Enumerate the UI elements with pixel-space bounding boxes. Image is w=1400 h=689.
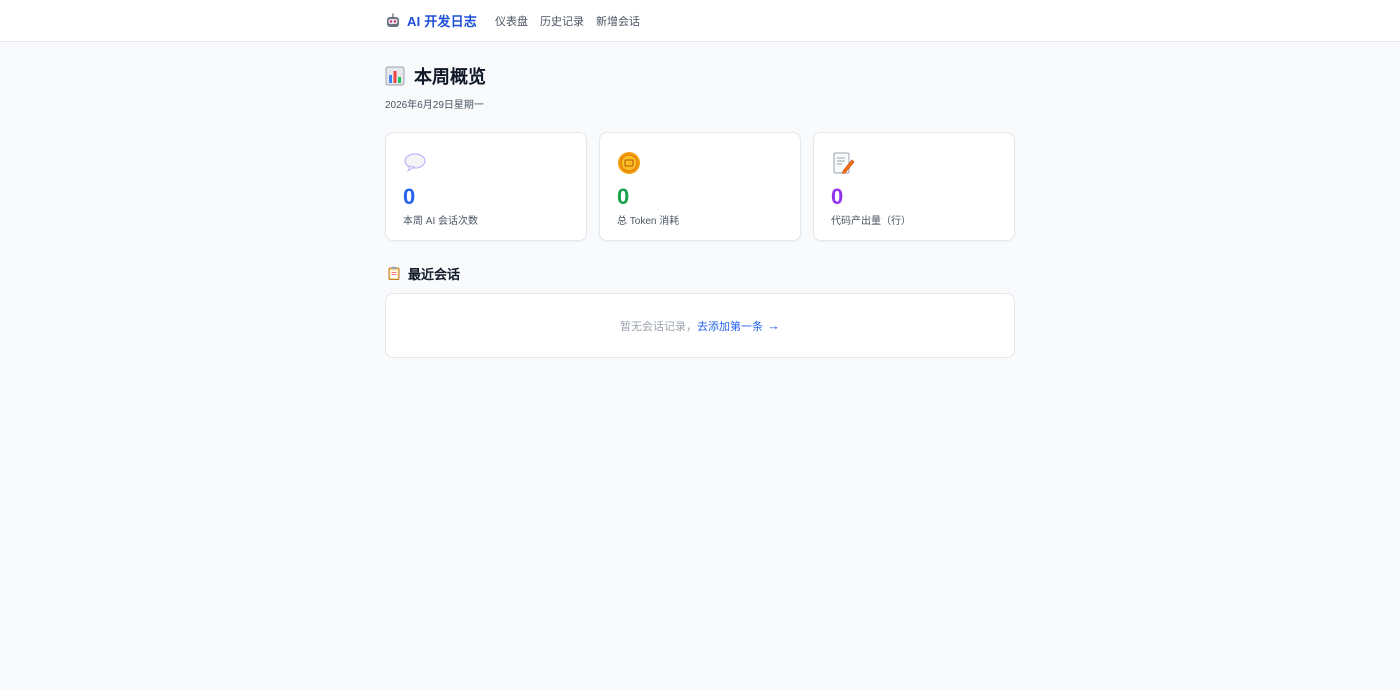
coin-icon (618, 152, 640, 174)
robot-icon (387, 12, 399, 27)
recent-sessions-title: 最近会话 (408, 266, 461, 282)
stat-label: 总 Token 消耗 (617, 216, 680, 227)
stat-value: 0 (403, 184, 416, 209)
top-navbar: AI 开发日志 仪表盘 历史记录 新增会话 (0, 0, 1400, 42)
nav-inner: AI 开发日志 仪表盘 历史记录 新增会话 (385, 0, 652, 41)
arrow-right-icon[interactable]: → (767, 318, 780, 333)
add-first-session-link[interactable]: 去添加第一条 (697, 318, 763, 334)
page-title-row: 本周概览 (385, 62, 1015, 90)
recent-sessions-empty-state: 暂无会话记录， 去添加第一条 → (385, 293, 1015, 358)
recent-sessions-header: 最近会话 (385, 264, 1015, 282)
main-content: 本周概览 2026年6月29日星期一 0 本周 AI 会话次数 0 总 Toke… (385, 62, 1015, 358)
stat-value: 0 (617, 184, 630, 209)
stat-card-code-lines: 0 代码产出量（行） (813, 132, 1015, 241)
brand-title: AI 开发日志 (407, 14, 478, 29)
nav-link-history[interactable]: 历史记录 (540, 13, 584, 29)
stat-value: 0 (831, 184, 844, 209)
page-title: 本周概览 (414, 67, 486, 87)
stats-cards: 0 本周 AI 会话次数 0 总 Token 消耗 0 代码产出量（行） (385, 132, 1015, 241)
stat-label: 代码产出量（行） (831, 216, 911, 227)
memo-icon (833, 152, 855, 174)
speech-bubble-icon (404, 153, 426, 173)
nav-link-dashboard[interactable]: 仪表盘 (495, 13, 528, 29)
page-date: 2026年6月29日星期一 (385, 100, 484, 111)
clipboard-icon (388, 266, 400, 280)
stat-card-tokens: 0 总 Token 消耗 (599, 132, 801, 241)
stat-label: 本周 AI 会话次数 (403, 216, 479, 227)
empty-state-text: 暂无会话记录， (620, 320, 697, 333)
bar-chart-icon (385, 66, 405, 86)
brand-logo-link[interactable]: AI 开发日志 (385, 11, 477, 30)
stat-card-sessions: 0 本周 AI 会话次数 (385, 132, 587, 241)
nav-link-new-session[interactable]: 新增会话 (596, 13, 640, 29)
